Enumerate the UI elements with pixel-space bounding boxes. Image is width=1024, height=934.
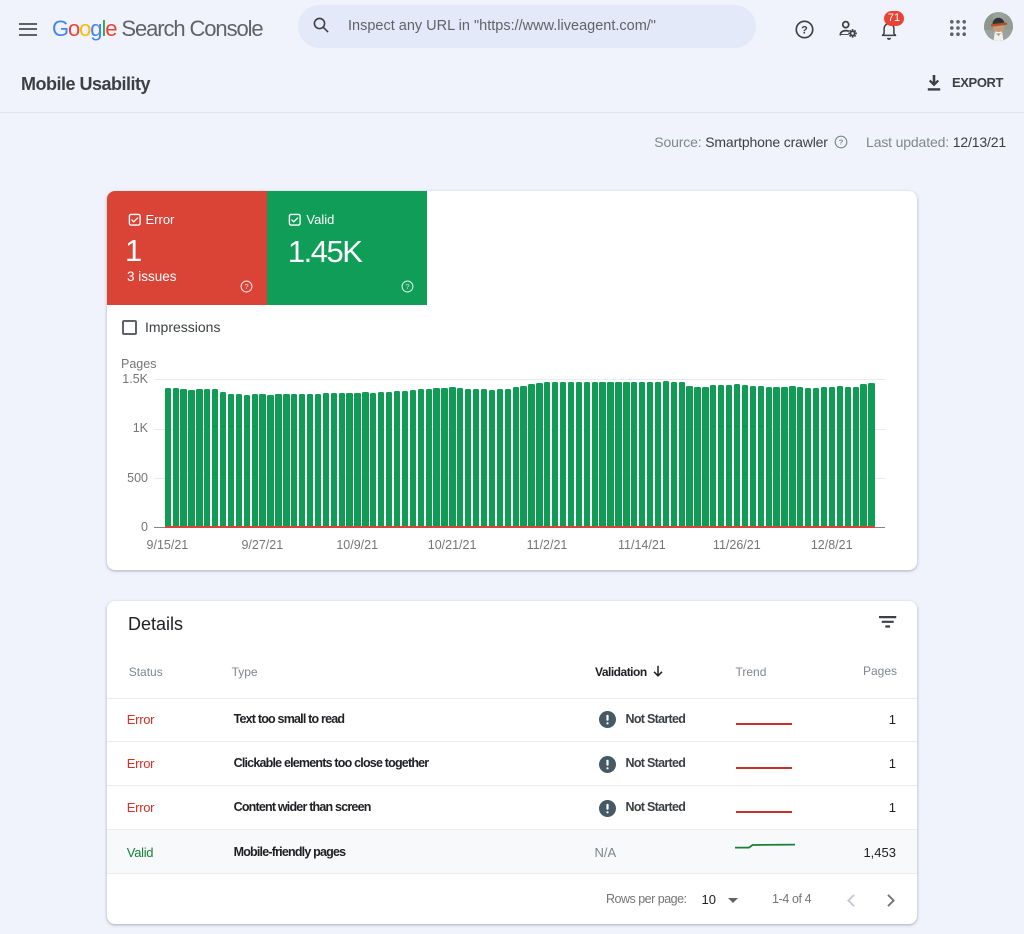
svg-text:?: ?: [838, 138, 843, 147]
svg-text:?: ?: [405, 282, 409, 291]
svg-text:?: ?: [245, 282, 249, 291]
svg-text:?: ?: [801, 24, 808, 36]
